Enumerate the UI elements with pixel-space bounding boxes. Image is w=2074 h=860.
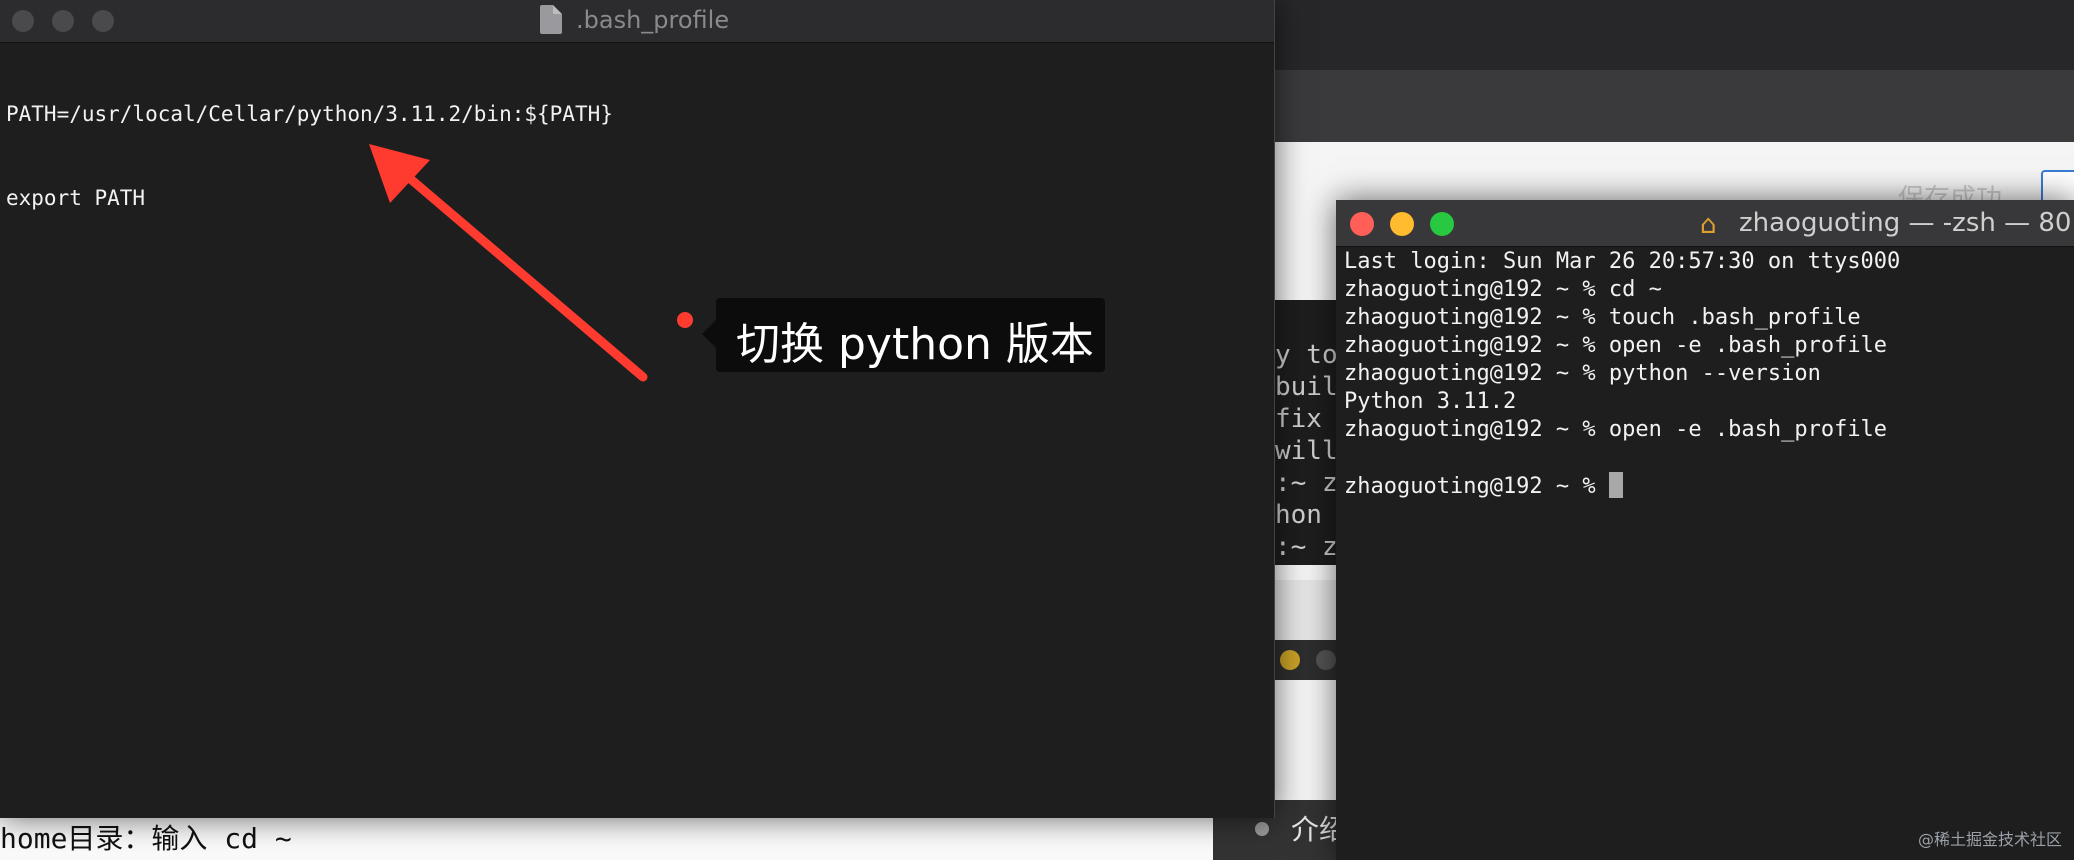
terminal-prompt-line[interactable]: zhaoguoting@192 ~ % [1344,472,1900,500]
close-icon[interactable] [1350,212,1374,236]
terminal-titlebar[interactable]: ⌂ zhaoguoting — -zsh — 80×24 [1336,200,2074,247]
terminal-line: zhaoguoting@192 ~ % open -e .bash_profil… [1344,417,1888,442]
annotation-tooltip-text: 切换 python 版本 [736,319,1094,370]
annotation-tooltip: 切换 python 版本 [702,298,1105,372]
terminal-line: zhaoguoting@192 ~ % open -e .bash_profil… [1344,333,1888,358]
annotation-dot [677,312,693,328]
terminal-output[interactable]: Last login: Sun Mar 26 20:57:30 on ttys0… [1344,248,1900,500]
zoom-icon[interactable] [1430,212,1454,236]
terminal-line: Python 3.11.2 [1344,389,1517,414]
home-icon: ⌂ [1700,210,1717,240]
minimize-icon[interactable] [1390,212,1414,236]
terminal-prompt: zhaoguoting@192 ~ % [1344,474,1609,499]
terminal-line: zhaoguoting@192 ~ % python --version [1344,361,1821,386]
terminal-line: zhaoguoting@192 ~ % touch .bash_profile [1344,305,1861,330]
terminal-line: Last login: Sun Mar 26 20:57:30 on ttys0… [1344,249,1901,274]
terminal-line: zhaoguoting@192 ~ % cd ~ [1344,277,1662,302]
terminal-window: ⌂ zhaoguoting — -zsh — 80×24 Last login:… [1336,200,2074,860]
arrow-head [369,144,430,203]
watermark: @稀土掘金技术社区 [1917,830,2062,849]
arrow-shaft [395,165,648,382]
terminal-cursor [1608,472,1623,498]
terminal-title: zhaoguoting — -zsh — 80×24 [1739,208,2074,238]
